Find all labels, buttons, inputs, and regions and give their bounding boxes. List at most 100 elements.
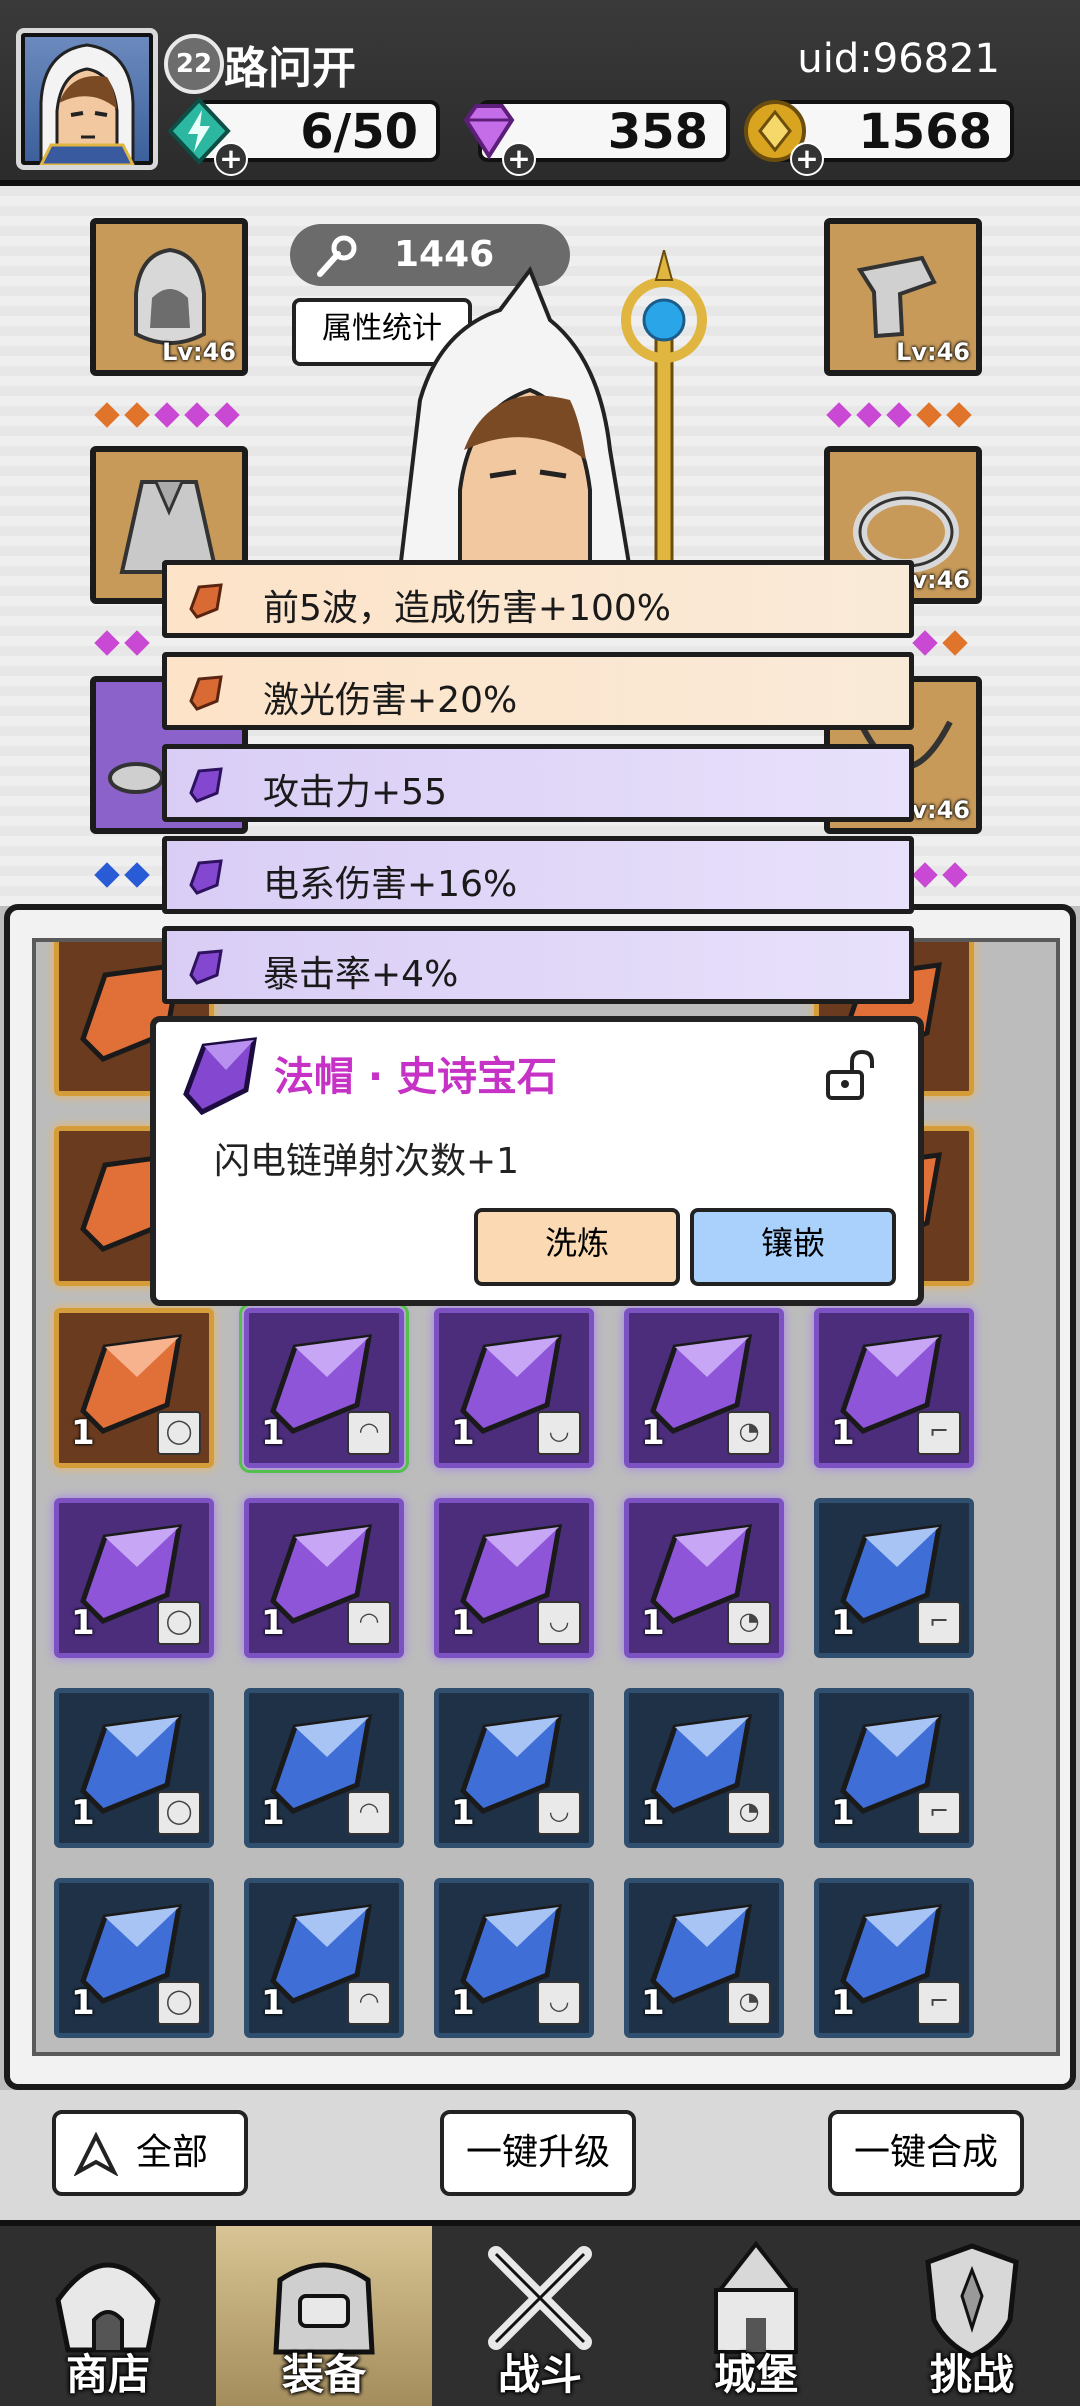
gem-type-tag-icon: ◡ (537, 1411, 581, 1455)
gem-slot[interactable]: 1 ◯ (54, 1308, 214, 1468)
gem-slot[interactable]: 1 ◯ (54, 1688, 214, 1848)
gem-type-tag-icon: ◯ (157, 1791, 201, 1835)
gem-type-tag-icon: ◡ (537, 1601, 581, 1645)
add-gold-button[interactable]: + (790, 142, 824, 176)
gem-count: 1 (451, 1983, 475, 2023)
gem-slot[interactable]: 1 ◡ (434, 1688, 594, 1848)
gem-slot[interactable]: 1 ◯ (54, 1878, 214, 2038)
nav-battle[interactable]: 战斗 (432, 2226, 648, 2406)
gem-slot[interactable]: 1 ◔ (624, 1308, 784, 1468)
orange-gem-icon (189, 583, 223, 619)
gem-slot[interactable]: 1 ◔ (624, 1878, 784, 2038)
gem-count: 1 (641, 1793, 665, 1833)
equip-slot-hood[interactable]: Lv:46 (90, 218, 248, 376)
cloak-quality-diamonds (92, 630, 152, 660)
merge-all-button[interactable]: 一键合成 (828, 2110, 1024, 2196)
gem-count: 1 (71, 1793, 95, 1833)
nav-shop[interactable]: 商店 (0, 2226, 216, 2406)
top-hud: 22 路问开 uid:96821 6/50 + 358 + 1568 + (0, 0, 1080, 186)
gem-slot[interactable]: 1 ◔ (624, 1688, 784, 1848)
diamond-value: 358 (607, 104, 708, 160)
gem-type-tag-icon: ⌐ (917, 1791, 961, 1835)
upgrade-all-button[interactable]: 一键升级 (440, 2110, 636, 2196)
gem-detail-description: 闪电链弹射次数+1 (214, 1141, 520, 1182)
gem-type-tag-icon: ◠ (347, 1601, 391, 1645)
add-diamond-button[interactable]: + (502, 142, 536, 176)
orange-gem-icon (189, 675, 223, 711)
gem-type-tag-icon: ◯ (157, 1981, 201, 2025)
gem-count: 1 (831, 1983, 855, 2023)
refine-button[interactable]: 洗炼 (474, 1208, 680, 1286)
gem-count: 1 (261, 1983, 285, 2023)
boots-quality-diamonds (92, 862, 152, 892)
gem-type-tag-icon: ◡ (537, 1791, 581, 1835)
gem-count: 1 (451, 1793, 475, 1833)
gem-type-tag-icon: ◔ (727, 1791, 771, 1835)
add-energy-button[interactable]: + (214, 142, 248, 176)
gem-type-tag-icon: ⌐ (917, 1981, 961, 2025)
necklace-quality-diamonds (910, 862, 970, 892)
gem-count: 1 (831, 1603, 855, 1643)
epic-gem-icon (183, 1037, 257, 1116)
purple-gem-icon (189, 949, 223, 985)
gem-slot[interactable]: 1 ⌐ (814, 1878, 974, 2038)
gem-type-tag-icon: ◔ (727, 1411, 771, 1455)
inlay-button[interactable]: 镶嵌 (690, 1208, 896, 1286)
ring-quality-diamonds (910, 630, 970, 660)
gem-type-tag-icon: ◔ (727, 1601, 771, 1645)
player-avatar[interactable] (16, 28, 158, 170)
gem-count: 1 (831, 1793, 855, 1833)
equip-slot-gauntlet[interactable]: Lv:46 (824, 218, 982, 376)
gem-type-tag-icon: ◡ (537, 1981, 581, 2025)
gem-slot[interactable]: 1 ◠ (239, 1303, 409, 1473)
gem-stat-line: 电系伤害+16% (162, 836, 914, 914)
gem-stat-line: 激光伤害+20% (162, 652, 914, 730)
gem-type-tag-icon: ◔ (727, 1981, 771, 2025)
gauntlet-quality-diamonds (824, 402, 974, 432)
gem-count: 1 (261, 1413, 285, 1453)
gold-value: 1568 (858, 104, 992, 160)
gem-detail-card: 法帽 · 史诗宝石 闪电链弹射次数+1 洗炼 镶嵌 (150, 1016, 924, 1306)
gem-count: 1 (831, 1413, 855, 1453)
unlock-icon[interactable] (822, 1048, 878, 1104)
gem-slot[interactable]: 1 ◯ (54, 1498, 214, 1658)
gem-slot[interactable]: 1 ◠ (244, 1878, 404, 2038)
wand-icon (317, 235, 357, 277)
gem-count: 1 (71, 1603, 95, 1643)
nav-equipment[interactable]: 装备 (216, 2226, 432, 2406)
gem-type-tag-icon: ⌐ (917, 1411, 961, 1455)
player-uid: uid:96821 (797, 36, 1000, 82)
slot-level: Lv:46 (896, 338, 970, 366)
nav-castle[interactable]: 城堡 (648, 2226, 864, 2406)
energy-value: 6/50 (300, 104, 418, 160)
gem-count: 1 (451, 1603, 475, 1643)
gem-count: 1 (71, 1983, 95, 2023)
gem-slot[interactable]: 1 ◠ (244, 1498, 404, 1658)
gem-count: 1 (261, 1793, 285, 1833)
hooded-hero-portrait (39, 43, 135, 165)
purple-gem-icon (189, 859, 223, 895)
player-name: 路问开 (224, 43, 356, 94)
gem-stat-line: 前5波，造成伤害+100% (162, 560, 914, 638)
gem-count: 1 (71, 1413, 95, 1453)
filter-all-button[interactable]: 全部 (52, 2110, 248, 2196)
gem-type-tag-icon: ◠ (347, 1411, 391, 1455)
gem-count: 1 (641, 1603, 665, 1643)
gem-slot[interactable]: 1 ◡ (434, 1878, 594, 2038)
gem-count: 1 (641, 1983, 665, 2023)
gem-count: 1 (641, 1413, 665, 1453)
gem-slot[interactable]: 1 ⌐ (814, 1498, 974, 1658)
gem-type-tag-icon: ◯ (157, 1411, 201, 1455)
player-level-badge: 22 (164, 34, 224, 94)
gem-slot[interactable]: 1 ◔ (624, 1498, 784, 1658)
nav-challenge[interactable]: 挑战 (864, 2226, 1080, 2406)
gem-slot[interactable]: 1 ⌐ (814, 1688, 974, 1848)
gem-detail-title: 法帽 · 史诗宝石 (274, 1054, 558, 1100)
gem-type-tag-icon: ⌐ (917, 1601, 961, 1645)
gem-slot[interactable]: 1 ⌐ (814, 1308, 974, 1468)
gem-type-tag-icon: ◠ (347, 1981, 391, 2025)
gem-slot[interactable]: 1 ◠ (244, 1688, 404, 1848)
gem-slot[interactable]: 1 ◡ (434, 1308, 594, 1468)
gem-slot[interactable]: 1 ◡ (434, 1498, 594, 1658)
gem-stat-line: 暴击率+4% (162, 926, 914, 1004)
